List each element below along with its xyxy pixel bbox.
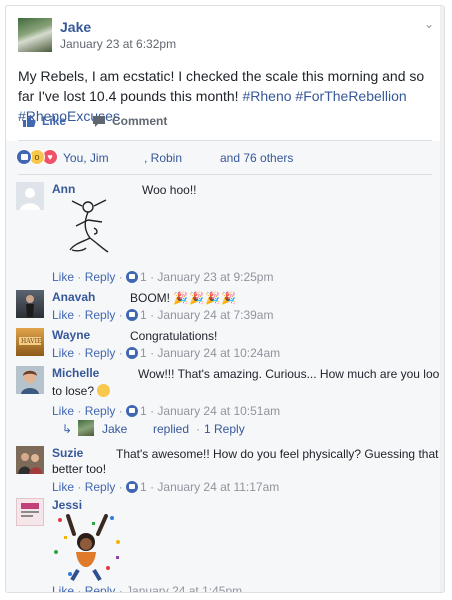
comment-like-count[interactable]: 1 <box>126 270 147 284</box>
comment-reply-link[interactable]: Reply <box>85 270 116 284</box>
comment-text: BOOM! 🎉🎉🎉🎉 <box>130 291 238 305</box>
avatar-photo <box>18 453 42 474</box>
reaction-others-count[interactable]: and 76 others <box>220 151 293 165</box>
scrollbar[interactable] <box>440 6 444 592</box>
post-author-avatar[interactable] <box>18 18 52 52</box>
comment-meta: Like · Reply · 1 · January 24 at 7:39am <box>52 308 274 322</box>
comment-wayne: HAVIE Wayne Congratulations! Like · Repl… <box>16 328 434 360</box>
comment-meta: Like · Reply · 1 · January 24 at 11:17am <box>52 480 280 494</box>
comment-author[interactable]: Wayne <box>52 328 90 342</box>
reaction-names-robin[interactable]: , Robin <box>144 151 182 165</box>
reply-dot: · <box>196 422 200 436</box>
hashtag-fortherebellion[interactable]: #ForTheRebellion <box>295 88 406 104</box>
reactions-summary[interactable]: o ♥ You, Jim , Robin and 76 others <box>6 141 444 174</box>
post-header: Jake January 23 at 6:32pm ⌄ <box>6 6 444 58</box>
comment-text: Woo hoo!! <box>142 183 197 197</box>
comment-like-count[interactable]: 1 <box>126 346 147 360</box>
reply-author-avatar <box>78 420 94 436</box>
comment-meta: Like · Reply · 1 · January 24 at 10:51am <box>52 404 281 418</box>
like-button-label: Like <box>42 114 67 128</box>
thumbs-up-icon <box>23 115 36 127</box>
comment-meta: Like · Reply · January 24 at 1:45pm <box>52 584 242 592</box>
comment-button[interactable]: Comment <box>92 114 167 128</box>
like-count-icon <box>126 347 139 359</box>
comment-timestamp[interactable]: January 23 at 9:25pm <box>157 270 273 284</box>
avatar[interactable] <box>16 366 44 394</box>
comment-suzie: Suzie That's awesome!! How do you feel p… <box>16 446 444 494</box>
comment-like-count[interactable]: 1 <box>126 404 147 418</box>
comment-reply-link[interactable]: Reply <box>85 584 116 592</box>
like-count-icon <box>126 271 139 283</box>
like-reaction-icon <box>16 149 32 165</box>
dancing-figure-sticker <box>69 199 109 253</box>
avatar[interactable] <box>16 290 44 318</box>
comment-text: Congratulations! <box>130 329 218 343</box>
comment-timestamp[interactable]: January 24 at 11:17am <box>157 480 279 494</box>
avatar-photo <box>21 503 39 517</box>
party-popper-icons: 🎉🎉🎉🎉 <box>173 291 238 305</box>
reply-replied: replied <box>153 422 190 436</box>
post-actions: Like Comment <box>18 110 432 141</box>
comment-button-label: Comment <box>112 114 168 128</box>
post-author-name[interactable]: Jake <box>60 19 91 35</box>
comment-reply-link[interactable]: Reply <box>85 346 116 360</box>
comment-like-count[interactable]: 1 <box>126 308 147 322</box>
comment-author[interactable]: Suzie <box>52 446 83 460</box>
reply-arrow-icon: ↳ <box>62 422 73 436</box>
post-timestamp[interactable]: January 23 at 6:32pm <box>60 37 176 51</box>
comment-ann: Ann Woo hoo!! Like · Reply · 1 · January… <box>16 182 434 286</box>
like-button[interactable]: Like <box>22 114 66 128</box>
comment-author[interactable]: Jessi <box>52 498 82 512</box>
like-count-icon <box>126 481 139 493</box>
comment-jessi: Jessi Like · Reply · January 24 at 1:45p… <box>16 498 434 592</box>
default-avatar-icon <box>16 182 44 210</box>
comment-author[interactable]: Michelle <box>52 366 99 380</box>
avatar-photo <box>26 295 34 317</box>
reaction-names[interactable]: You, Jim <box>63 151 109 165</box>
comment-like-link[interactable]: Like <box>52 584 74 592</box>
comment-anavah: Anavah BOOM! 🎉🎉🎉🎉 Like · Reply · 1 · Jan… <box>16 290 434 322</box>
comment-text-line2: to lose? <box>52 383 111 399</box>
avatar[interactable]: HAVIE <box>16 328 44 356</box>
avatar[interactable] <box>16 498 44 526</box>
comment-meta: Like · Reply · 1 · January 24 at 10:24am <box>52 346 281 360</box>
chevron-down-icon[interactable]: ⌄ <box>424 17 434 31</box>
avatar[interactable] <box>16 182 44 210</box>
comment-like-link[interactable]: Like <box>52 480 74 494</box>
comment-michelle: Michelle Wow!!! That's amazing. Curious.… <box>16 366 444 438</box>
like-count-icon <box>126 309 139 321</box>
like-count-icon <box>126 405 139 417</box>
hashtag-rheno[interactable]: #Rheno <box>242 88 291 104</box>
comment-reply-link[interactable]: Reply <box>85 308 116 322</box>
smiley-emoji-icon <box>97 384 111 397</box>
comment-timestamp[interactable]: January 24 at 1:45pm <box>126 584 242 592</box>
comment-text-line1: Wow!!! That's amazing. Curious... How mu… <box>138 367 445 381</box>
comment-timestamp[interactable]: January 24 at 10:24am <box>157 346 280 360</box>
comment-timestamp[interactable]: January 24 at 10:51am <box>157 404 280 418</box>
comment-timestamp[interactable]: January 24 at 7:39am <box>157 308 273 322</box>
svg-text:HAVIE: HAVIE <box>21 338 41 345</box>
comment-text-line2: better too! <box>52 462 107 476</box>
avatar[interactable] <box>16 446 44 474</box>
reply-count[interactable]: 1 Reply <box>204 422 245 436</box>
avatar-photo <box>21 370 39 394</box>
post-card: Jake January 23 at 6:32pm ⌄ My Rebels, I… <box>5 5 445 593</box>
comment-like-link[interactable]: Like <box>52 346 74 360</box>
comment-like-link[interactable]: Like <box>52 308 74 322</box>
comment-like-link[interactable]: Like <box>52 404 74 418</box>
comments-divider <box>18 174 432 175</box>
comment-reply-link[interactable]: Reply <box>85 480 116 494</box>
comment-reply-link[interactable]: Reply <box>85 404 116 418</box>
comment-meta: Like · Reply · 1 · January 23 at 9:25pm <box>52 270 274 284</box>
comments-section: Ann Woo hoo!! Like · Reply · 1 · January… <box>6 174 444 592</box>
avatar-photo: HAVIE <box>19 337 41 345</box>
reply-author[interactable]: Jake <box>102 422 127 436</box>
comment-text-line1: That's awesome!! How do you feel physica… <box>116 447 445 461</box>
comment-author[interactable]: Ann <box>52 182 75 196</box>
comment-like-link[interactable]: Like <box>52 270 74 284</box>
comment-like-count[interactable]: 1 <box>126 480 147 494</box>
comment-author[interactable]: Anavah <box>52 290 95 304</box>
comment-icon <box>93 116 105 127</box>
celebration-sticker <box>54 514 120 582</box>
